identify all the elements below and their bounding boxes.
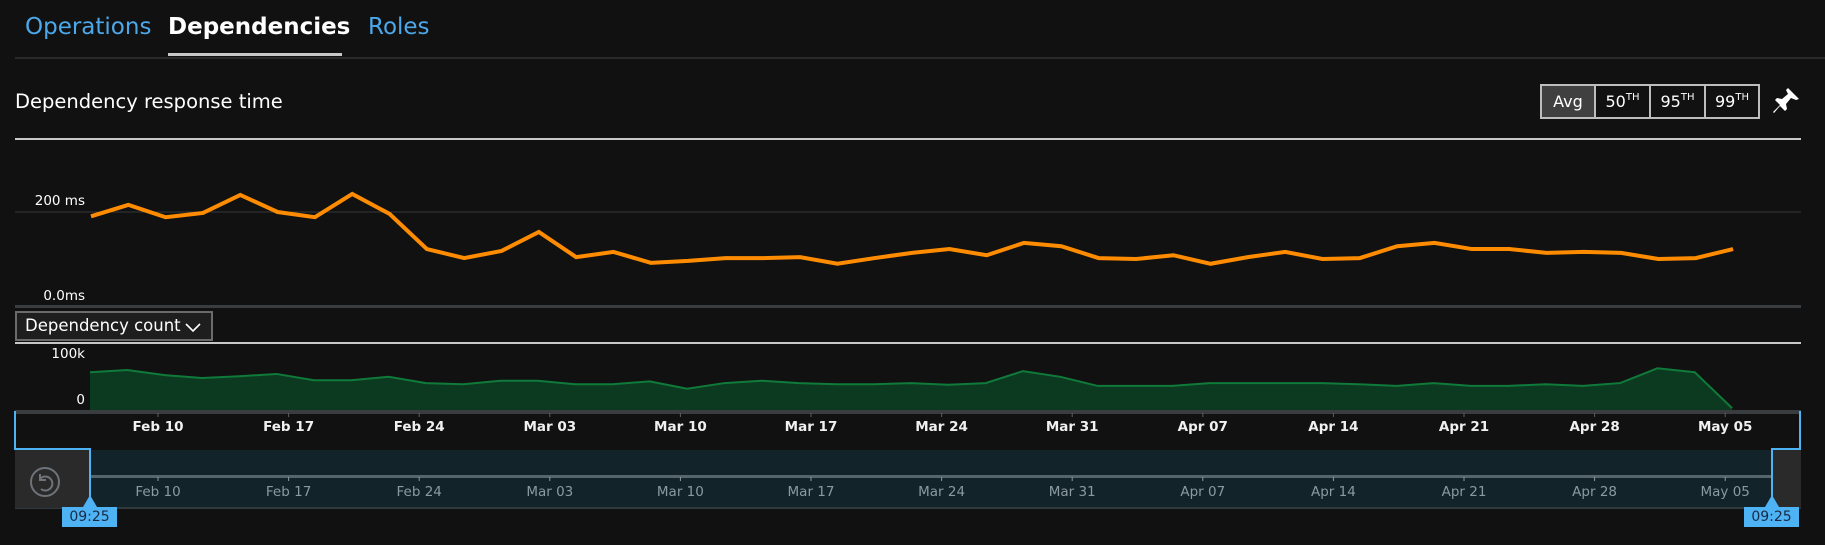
- x-tick-label: Feb 24: [393, 419, 445, 435]
- x-tick-label: Feb 10: [132, 419, 184, 435]
- overview-x-tick-label: Feb 10: [135, 484, 181, 500]
- dependency-count-area: [90, 368, 1733, 411]
- count-chart-divider: [15, 342, 1801, 344]
- x-axis-baseline: [15, 305, 1801, 308]
- x-tick-label: Mar 31: [1045, 419, 1099, 435]
- x-tick-label: Apr 07: [1177, 419, 1228, 435]
- overview-x-tick-label: Mar 03: [526, 484, 574, 500]
- overview-x-tick-label: Apr 07: [1180, 484, 1226, 500]
- x-tick-label: Apr 28: [1569, 419, 1620, 435]
- secondary-metric-dropdown[interactable]: Dependency count: [15, 311, 213, 341]
- overview-x-tick-label: Mar 17: [787, 484, 835, 500]
- response-time-line: [90, 191, 1734, 266]
- dropdown-selected-value: Dependency count: [25, 316, 181, 335]
- chevron-down-icon: [185, 323, 201, 333]
- overview-x-tick-label: Mar 10: [656, 484, 704, 500]
- overview-x-tick-label: May 05: [1700, 484, 1750, 500]
- brush-end-time-badge[interactable]: 09:25: [1744, 507, 1799, 527]
- y-tick-label-0: 0: [76, 392, 85, 408]
- overview-x-tick-label: Feb 17: [265, 484, 312, 500]
- x-tick-label: Feb 17: [263, 419, 315, 435]
- brush-left-handle-area[interactable]: [15, 450, 90, 508]
- overview-x-tick-label: Apr 14: [1310, 484, 1356, 500]
- x-tick-label: Mar 10: [654, 419, 707, 435]
- x-tick-label: Apr 21: [1438, 419, 1490, 435]
- x-tick-label: Mar 24: [915, 419, 968, 435]
- y-tick-label-100k: 100k: [51, 346, 85, 362]
- overview-x-tick-label: Mar 31: [1048, 484, 1096, 500]
- x-tick-label: May 05: [1697, 419, 1753, 435]
- overview-axis-line: [90, 475, 1772, 478]
- overview-x-tick-label: Mar 24: [918, 484, 966, 500]
- brush-right-handle-area[interactable]: [1773, 450, 1801, 508]
- time-axis-line: [15, 410, 1801, 414]
- x-tick-label: Mar 17: [784, 419, 838, 435]
- brush-start-time-badge[interactable]: 09:25: [62, 507, 117, 527]
- overview-x-tick-label: Apr 28: [1572, 484, 1618, 500]
- x-tick-label: Apr 14: [1308, 419, 1359, 435]
- overview-x-tick-label: Feb 24: [396, 484, 442, 500]
- charts-canvas: [14, 191, 1801, 509]
- overview-x-tick-label: Apr 21: [1441, 484, 1487, 500]
- x-tick-label: Mar 03: [523, 419, 577, 435]
- overview-bottom-border: [15, 507, 1801, 509]
